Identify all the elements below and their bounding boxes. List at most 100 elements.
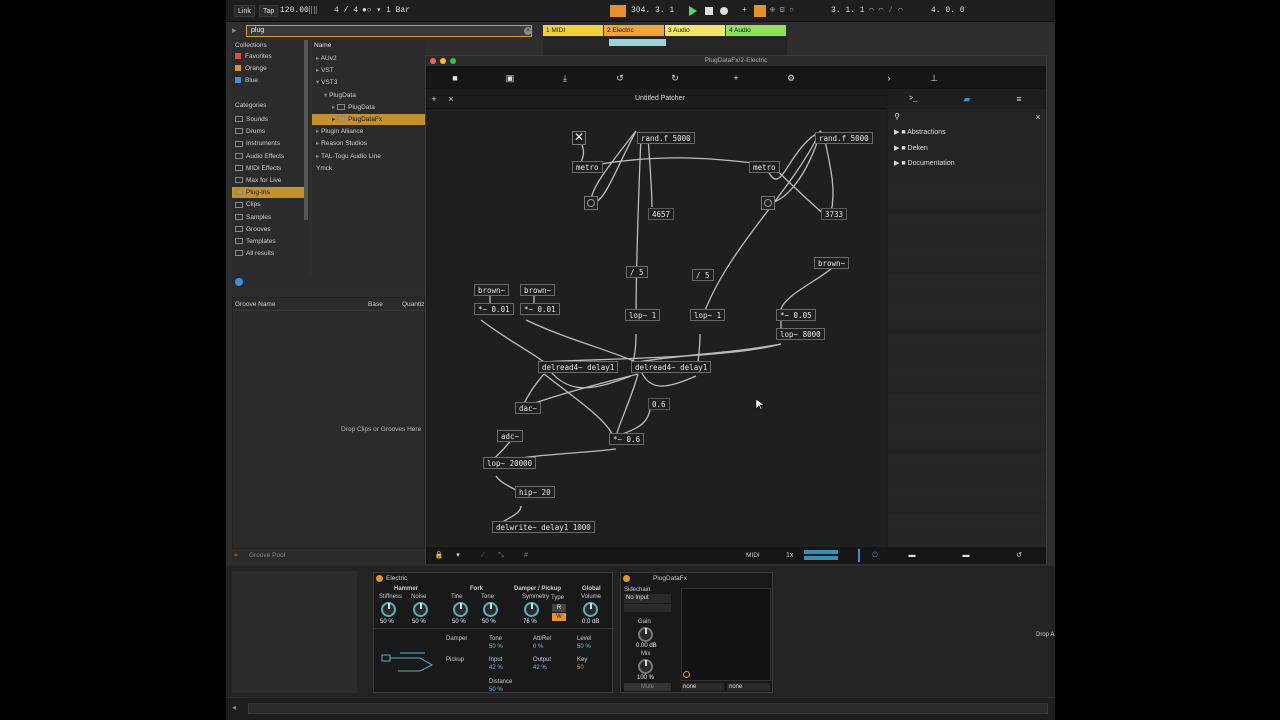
loop-length-field[interactable]: 4. 0. 0 xyxy=(931,5,965,17)
category-item[interactable]: Instruments xyxy=(232,138,308,149)
minimize-window-icon[interactable] xyxy=(440,58,446,64)
patch-tab-title[interactable]: Untitled Patcher xyxy=(635,95,685,102)
parameters-tab-icon[interactable]: ≡ xyxy=(1014,94,1024,104)
brown-object-3[interactable]: brown~ xyxy=(814,257,850,269)
play-icon[interactable] xyxy=(689,6,697,16)
stop-icon[interactable] xyxy=(705,7,713,15)
dac-object[interactable]: dac~ xyxy=(515,402,542,414)
category-item[interactable]: Samples xyxy=(232,212,308,223)
tree-item[interactable]: ▾ PlugData xyxy=(312,90,425,101)
tree-item[interactable]: Ymck xyxy=(312,163,425,174)
divide-object-1[interactable]: / 5 xyxy=(626,266,648,278)
preview-icon[interactable] xyxy=(235,278,243,286)
delread-object-2[interactable]: delread4~ delay1 xyxy=(631,361,712,373)
sidechain-input-select[interactable]: No Input xyxy=(624,594,671,603)
sidechain-source-select[interactable] xyxy=(624,604,671,612)
quantize-select[interactable]: 1 Bar xyxy=(386,5,410,17)
cancel-toggle[interactable]: ✕ xyxy=(572,130,586,145)
loop-start-field[interactable]: 3. 1. 1 xyxy=(831,5,865,17)
tree-item[interactable]: ▸ TAL-Togu Audio Line xyxy=(312,151,425,162)
sidebar-scrollbar[interactable] xyxy=(304,40,308,220)
power-icon[interactable]: ⏻ xyxy=(870,551,880,561)
lop-object-1[interactable]: lop~ 1 xyxy=(625,309,661,321)
output-value[interactable]: 42 % xyxy=(533,665,547,671)
nudge-icon[interactable]: ‖‖ xyxy=(308,5,318,17)
lop-object-2[interactable]: lop~ 1 xyxy=(690,309,726,321)
param-select-2[interactable]: none xyxy=(727,683,770,691)
tree-item[interactable]: ▸ Plugin Alliance xyxy=(312,126,425,137)
clear-search-icon[interactable]: × xyxy=(524,27,532,35)
type-r-button[interactable]: R xyxy=(552,604,566,612)
run-icon[interactable]: › xyxy=(884,73,894,83)
multiply-object-3[interactable]: *~ 0.05 xyxy=(776,309,816,321)
clip-slot-playing[interactable] xyxy=(609,39,666,46)
search-icon[interactable]: ⚲ xyxy=(892,112,902,122)
parameter-knob[interactable] xyxy=(453,602,468,617)
param-select-1[interactable]: none xyxy=(681,683,724,691)
collection-item[interactable]: Orange xyxy=(235,65,267,72)
punch-icon[interactable]: ⌒ ⌒ ⁄ ⌒ xyxy=(869,5,903,17)
link-button[interactable]: Link xyxy=(234,5,255,17)
settings-icon[interactable]: ⚙ xyxy=(786,73,796,83)
close-window-icon[interactable] xyxy=(430,58,436,64)
type-w-button[interactable]: W xyxy=(552,613,566,621)
open-icon[interactable]: ▬ xyxy=(961,551,971,561)
key-value[interactable]: 50 xyxy=(577,665,584,671)
follow-icon[interactable] xyxy=(610,5,626,17)
plugin-display[interactable] xyxy=(681,588,771,681)
number-box-2[interactable]: 3733 xyxy=(821,208,848,220)
adc-object[interactable]: adc~ xyxy=(497,430,524,442)
position-field[interactable]: 304. 3. 1 xyxy=(631,5,674,17)
multiply-object-4[interactable]: *~ 0.6 xyxy=(609,433,645,445)
patch-canvas[interactable]: ✕ rand.f 5000 metro 4657 rand.f 5000 met… xyxy=(426,109,886,547)
bang-button-2[interactable] xyxy=(761,196,775,210)
undo-icon[interactable]: ↺ xyxy=(615,73,625,83)
documentation-tab-icon[interactable]: ▰ xyxy=(962,94,972,104)
tree-item[interactable]: ▾ VST3 xyxy=(312,77,425,88)
reload-icon[interactable]: ↺ xyxy=(1014,551,1024,561)
parameter-knob[interactable] xyxy=(583,602,598,617)
save-icon[interactable]: ▣ xyxy=(505,73,515,83)
mute-button[interactable]: Mute xyxy=(624,683,671,691)
category-item[interactable]: Sounds xyxy=(232,114,308,125)
metronome-icon[interactable]: ●○ ▾ xyxy=(362,5,381,17)
close-search-icon[interactable]: × xyxy=(1033,112,1043,122)
category-item[interactable]: MIDI Effects xyxy=(232,163,308,174)
category-item[interactable]: Drums xyxy=(232,126,308,137)
distance-value[interactable]: 50 % xyxy=(489,687,503,693)
bang-button-1[interactable] xyxy=(584,196,598,210)
damper-tone-value[interactable]: 50 % xyxy=(489,644,503,650)
lop-object-3[interactable]: lop~ 8000 xyxy=(776,328,825,340)
console-tab-icon[interactable]: >_ xyxy=(908,94,918,104)
status-arrow-icon[interactable]: ◂ xyxy=(232,703,236,712)
device-drop-area[interactable]: Drop A xyxy=(780,572,1055,693)
input-value[interactable]: 42 % xyxy=(489,665,503,671)
open-folder-icon[interactable]: ■ xyxy=(450,73,460,83)
attrel-value[interactable]: 0 % xyxy=(533,644,543,650)
automation-arm-icon[interactable] xyxy=(754,5,766,17)
delread-object-1[interactable]: delread4~ delay1 xyxy=(538,361,619,373)
browser-toggle-icon[interactable]: ▸ xyxy=(232,25,242,35)
device-power-icon[interactable] xyxy=(376,575,383,582)
gain-knob[interactable] xyxy=(638,627,653,642)
add-icon[interactable]: + xyxy=(731,73,741,83)
tree-item[interactable]: ▸ PlugData xyxy=(312,102,425,113)
track-header[interactable]: 3 Audio xyxy=(665,25,725,36)
mix-knob[interactable] xyxy=(638,659,653,674)
category-item[interactable]: Grooves xyxy=(232,224,308,235)
multiply-object-1[interactable]: *~ 0.01 xyxy=(474,303,514,315)
delwrite-object[interactable]: delwrite~ delay1 1000 xyxy=(492,521,595,533)
number-box-3[interactable]: 0.6 xyxy=(648,398,670,410)
parameter-knob[interactable] xyxy=(483,602,498,617)
overdub-icon[interactable]: + xyxy=(742,5,747,17)
track-header[interactable]: 1 MIDI xyxy=(543,25,603,36)
download-icon[interactable]: ⤓ xyxy=(560,73,570,83)
lock-icon[interactable]: 🔒 xyxy=(434,551,444,561)
track-header[interactable]: 2 Electric xyxy=(604,25,664,36)
pin-icon[interactable]: ⊥ xyxy=(929,73,939,83)
sidebar-folder-item[interactable]: ▶ ■ Abstractions xyxy=(894,128,946,136)
category-item[interactable]: Max for Live xyxy=(232,175,308,186)
category-item[interactable]: Plug-Ins xyxy=(232,187,308,199)
parameter-knob[interactable] xyxy=(381,602,396,617)
zoom-level[interactable]: 1x xyxy=(786,552,793,559)
